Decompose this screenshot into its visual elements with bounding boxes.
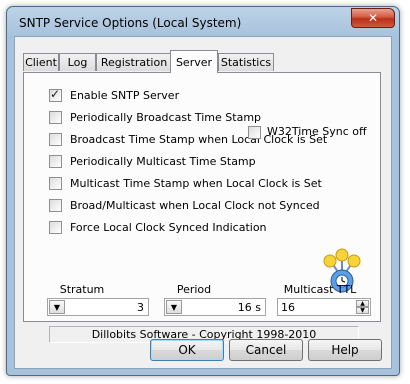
checkbox-box[interactable]: [49, 176, 62, 190]
checkbox-box[interactable]: [49, 110, 62, 124]
multicast-ttl-label: Multicast TTL: [283, 283, 357, 296]
triangle-down-icon: ▼: [53, 302, 61, 312]
dialog-window: SNTP Service Options (Local System) ✕ Cl…: [6, 6, 400, 376]
stratum-dropdown-button[interactable]: ▼: [49, 300, 65, 314]
tab-log[interactable]: Log: [59, 53, 96, 71]
period-spinner[interactable]: ▼ 16 s: [164, 298, 266, 316]
close-button[interactable]: ✕: [351, 8, 395, 28]
spin-up-icon[interactable]: ▲: [356, 300, 369, 307]
ok-button[interactable]: OK: [150, 339, 224, 361]
tab-statistics[interactable]: Statistics: [218, 53, 274, 71]
checkbox-box[interactable]: [49, 132, 62, 146]
checkbox-box[interactable]: [49, 154, 62, 168]
multicast-on-clock-set-checkbox[interactable]: Multicast Time Stamp when Local Clock is…: [49, 175, 322, 191]
cancel-button[interactable]: Cancel: [229, 339, 303, 361]
help-button[interactable]: Help: [308, 339, 382, 361]
w32time-sync-off-label: W32Time Sync off: [267, 125, 367, 138]
close-icon: ✕: [367, 11, 379, 25]
dialog-client-area: Client Log Registration Server Statistic…: [14, 36, 392, 369]
period-label: Period: [176, 283, 212, 296]
server-tab-panel: Enable SNTP Server Periodically Broadcas…: [23, 72, 381, 343]
periodic-broadcast-checkbox[interactable]: Periodically Broadcast Time Stamp: [49, 109, 261, 125]
tab-client[interactable]: Client: [23, 53, 59, 71]
broad-multicast-not-synced-checkbox[interactable]: Broad/Multicast when Local Clock not Syn…: [49, 197, 320, 213]
stratum-label: Stratum: [59, 283, 105, 296]
multicast-ttl-input[interactable]: 16 ▲ ▼: [277, 298, 371, 316]
stratum-spinner[interactable]: ▼ 3: [47, 298, 149, 316]
periodic-multicast-checkbox[interactable]: Periodically Multicast Time Stamp: [49, 153, 256, 169]
w32time-sync-off-checkbox[interactable]: [248, 126, 261, 139]
tab-server[interactable]: Server: [170, 50, 218, 73]
checkbox-box[interactable]: [49, 198, 62, 212]
force-clock-synced-checkbox[interactable]: Force Local Clock Synced Indication: [49, 219, 267, 235]
window-title: SNTP Service Options (Local System): [19, 16, 242, 30]
checkbox-box[interactable]: [49, 87, 62, 102]
tab-registration[interactable]: Registration: [96, 53, 172, 71]
title-bar[interactable]: SNTP Service Options (Local System) ✕: [7, 7, 399, 39]
triangle-down-icon: ▼: [170, 302, 178, 312]
ttl-spin-buttons[interactable]: ▲ ▼: [356, 300, 369, 314]
enable-sntp-server-checkbox[interactable]: Enable SNTP Server: [49, 87, 179, 103]
checkbox-box[interactable]: [49, 220, 62, 234]
spin-down-icon[interactable]: ▼: [356, 307, 369, 314]
period-dropdown-button[interactable]: ▼: [166, 300, 182, 314]
